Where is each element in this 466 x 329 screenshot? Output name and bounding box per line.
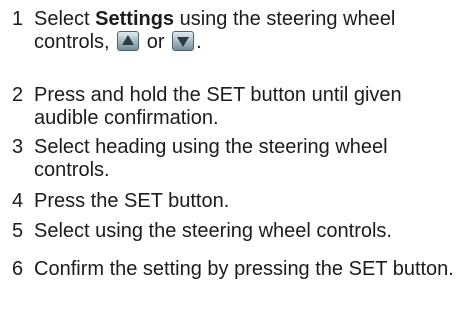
step-6: 6 Confirm the setting by pressing the SE… xyxy=(12,258,462,281)
step-text: Select using the steering wheel controls… xyxy=(34,220,392,242)
step-text: Select Settings using the steering wheel… xyxy=(34,8,462,54)
step-5: 5 Select using the steering wheel contro… xyxy=(12,220,462,243)
settings-label: Settings xyxy=(95,8,175,30)
step-text: Press the SET button. xyxy=(34,190,230,212)
down-arrow-button-icon xyxy=(172,31,195,51)
step-text: Press and hold the SET button until give… xyxy=(34,84,402,129)
step-text-connector: or xyxy=(141,31,171,53)
step-1: 1 Select Settings using the steering whe… xyxy=(12,8,462,54)
step-4: 4 Press the SET button. xyxy=(12,190,462,213)
step-text-end: . xyxy=(196,31,202,53)
step-number: 5 xyxy=(12,220,24,242)
step-text: Select heading using the steering wheel … xyxy=(34,136,388,181)
step-2: 2 Press and hold the SET button until gi… xyxy=(12,84,462,130)
step-text: Confirm the setting by pressing the SET … xyxy=(34,258,454,280)
step-number: 3 xyxy=(12,136,24,158)
step-text-start: Select xyxy=(34,8,96,30)
step-number: 2 xyxy=(12,84,24,106)
up-arrow-button-icon xyxy=(117,31,140,51)
step-number: 1 xyxy=(12,8,24,30)
step-number: 6 xyxy=(12,258,24,280)
step-3: 3 Select heading using the steering whee… xyxy=(12,136,462,182)
step-number: 4 xyxy=(12,190,24,212)
